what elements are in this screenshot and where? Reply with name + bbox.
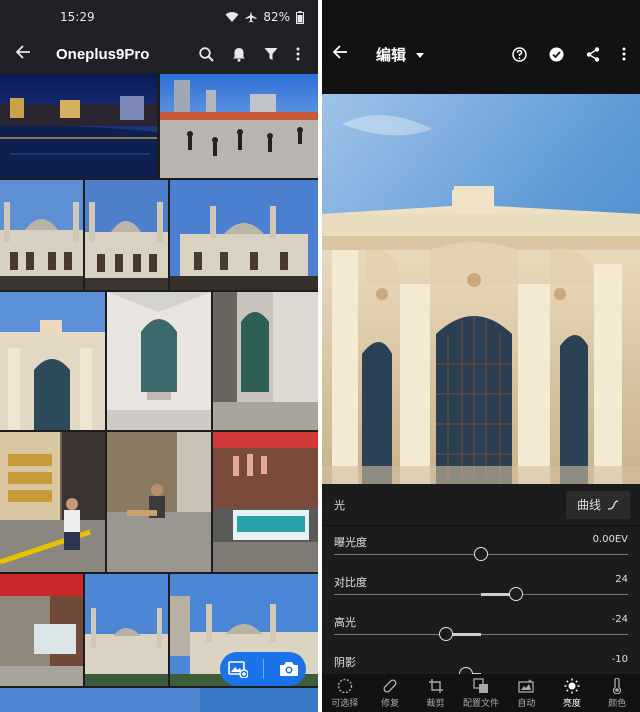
photo-thumbnail[interactable]: [160, 74, 318, 178]
help-icon[interactable]: [512, 46, 527, 62]
tool-auto[interactable]: 自动: [504, 674, 549, 712]
photo-thumbnail[interactable]: [0, 180, 83, 290]
slider-row: 曝光度 0.00EV: [322, 526, 640, 566]
edit-title: 编辑: [376, 45, 407, 64]
selective-icon: [337, 678, 353, 694]
photo-thumbnail[interactable]: [85, 574, 168, 686]
tool-label: 配置文件: [462, 698, 499, 709]
tool-healing[interactable]: 修复: [367, 674, 412, 712]
battery-level: 82%: [263, 10, 290, 24]
photo-thumbnail[interactable]: [0, 74, 157, 178]
status-bar: 15:29 82%: [0, 0, 318, 34]
photo-thumbnail[interactable]: [213, 292, 318, 430]
battery-icon: [296, 10, 304, 24]
split-screen: 15:29 82% Oneplus9Pro 编辑 光 曲线 曝光度 0.00EV…: [0, 0, 640, 712]
more-vert-icon[interactable]: [296, 47, 300, 61]
slider-value: 24: [615, 574, 628, 585]
light-icon: [564, 678, 580, 694]
slider-label: 阴影: [334, 656, 356, 669]
photo-thumbnail[interactable]: [170, 180, 318, 290]
tool-color[interactable]: 颜色: [595, 674, 640, 712]
tool-label: 自动: [517, 698, 536, 709]
slider-value: -24: [611, 614, 628, 625]
share-icon[interactable]: [586, 46, 600, 62]
tool-label: 亮度: [562, 698, 581, 709]
airplane-icon: [245, 11, 257, 23]
status-time: 15:29: [60, 10, 95, 24]
slider-track[interactable]: [334, 634, 628, 635]
floating-action-bar: [220, 652, 306, 686]
profiles-icon: [473, 677, 489, 694]
curve-button[interactable]: 曲线: [566, 490, 630, 519]
edit-mode-dropdown[interactable]: 编辑: [362, 44, 512, 65]
auto-icon: [518, 678, 535, 694]
edit-canvas-photo[interactable]: [322, 94, 640, 484]
photo-thumbnail[interactable]: [0, 432, 105, 572]
tool-crop[interactable]: 裁剪: [413, 674, 458, 712]
editor-status-area: [322, 0, 640, 34]
slider-value: -10: [611, 654, 628, 665]
panel-title: 光: [334, 498, 345, 512]
search-icon[interactable]: [199, 46, 214, 62]
check-circle-icon[interactable]: [549, 47, 564, 62]
tool-light[interactable]: 亮度: [549, 674, 594, 712]
photo-grid: [0, 74, 318, 712]
bell-icon[interactable]: [232, 47, 246, 62]
tool-selective[interactable]: 可选择: [322, 674, 367, 712]
tool-profiles[interactable]: 配置文件: [458, 674, 503, 712]
slider-thumb[interactable]: [438, 627, 453, 641]
healing-icon: [382, 678, 398, 694]
back-arrow-icon[interactable]: [332, 44, 362, 65]
tool-label: 裁剪: [426, 698, 445, 709]
editor-pane: 编辑 光 曲线 曝光度 0.00EV 对比度 24 高光 -24 阴影 -10 …: [322, 0, 640, 712]
color-icon: [609, 677, 625, 694]
editor-appbar: 编辑: [322, 34, 640, 74]
photo-thumbnail[interactable]: [0, 292, 105, 430]
slider-row: 高光 -24: [322, 606, 640, 646]
crop-icon: [428, 678, 444, 694]
slider-thumb[interactable]: [509, 587, 524, 601]
slider-label: 高光: [334, 616, 356, 629]
slider-label: 对比度: [334, 576, 367, 589]
photo-thumbnail[interactable]: [213, 432, 318, 572]
tool-label: 修复: [381, 698, 400, 709]
gallery-appbar: Oneplus9Pro: [0, 34, 318, 74]
photo-thumbnail[interactable]: [85, 180, 168, 290]
caret-down-icon: [416, 52, 425, 58]
curve-icon: [607, 499, 619, 510]
folder-title: Oneplus9Pro: [56, 45, 150, 63]
tool-label: 可选择: [331, 698, 359, 709]
gallery-pane: 15:29 82% Oneplus9Pro: [0, 0, 318, 712]
curve-label: 曲线: [576, 498, 601, 512]
photo-thumbnail[interactable]: [0, 688, 318, 712]
add-photo-icon[interactable]: [227, 660, 248, 678]
tool-label: 颜色: [608, 698, 627, 709]
filter-icon[interactable]: [264, 47, 278, 61]
photo-thumbnail[interactable]: [0, 574, 83, 686]
photo-thumbnail[interactable]: [107, 432, 211, 572]
sliders-list: 曝光度 0.00EV 对比度 24 高光 -24 阴影 -10: [322, 526, 640, 686]
wifi-icon: [225, 12, 239, 22]
slider-value: 0.00EV: [592, 534, 628, 545]
slider-thumb[interactable]: [474, 547, 488, 561]
edit-toolbar: 可选择 修复 裁剪 配置文件 自动 亮度 颜色: [322, 674, 640, 712]
more-vert-icon[interactable]: [622, 47, 626, 61]
photo-thumbnail[interactable]: [107, 292, 211, 430]
camera-icon[interactable]: [279, 661, 299, 677]
light-adjust-panel: 光 曲线 曝光度 0.00EV 对比度 24 高光 -24 阴影 -10: [322, 484, 640, 681]
slider-row: 对比度 24: [322, 566, 640, 606]
slider-label: 曝光度: [334, 536, 367, 549]
back-arrow-icon[interactable]: [8, 44, 38, 65]
